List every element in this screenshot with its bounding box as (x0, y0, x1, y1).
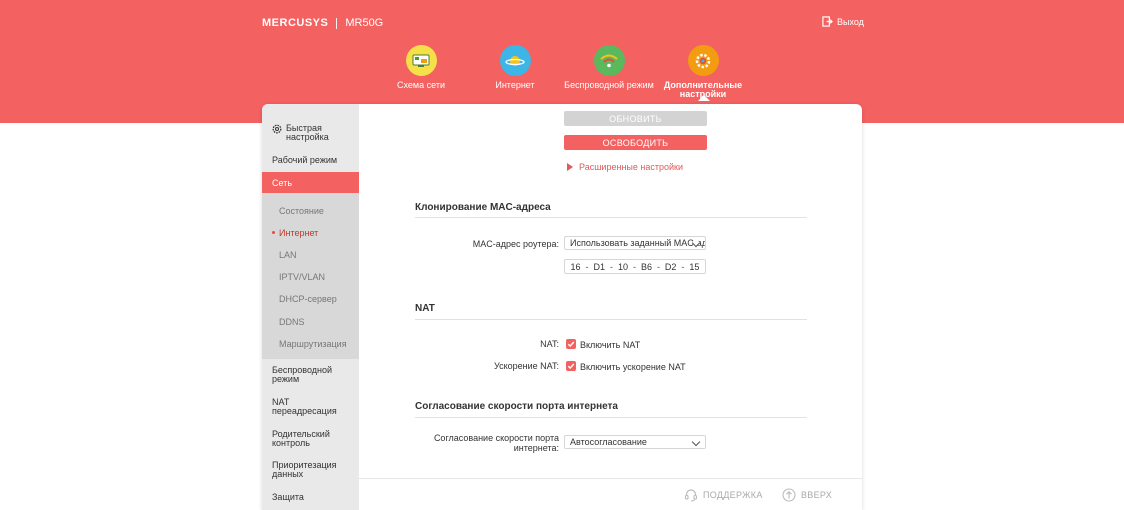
footer-bar: ПОДДЕРЖКА ВВЕРХ (359, 478, 862, 510)
sidebar-item-label: Сеть (272, 177, 293, 188)
release-button[interactable]: ОСВОБОДИТЬ (564, 135, 707, 150)
sidebar-item-wireless[interactable]: Беспроводной режим (262, 366, 337, 384)
nav-wireless[interactable]: Беспроводной режим (564, 45, 654, 90)
port-speed-section-title: Согласование скорости порта интернета (415, 401, 618, 412)
mac-separator: - (632, 261, 636, 272)
mac-clone-section-title: Клонирование MAC-адреса (415, 202, 551, 213)
mac-address-label: MAC-адрес роутера: (472, 239, 559, 249)
brand-name: MERCUSYS (262, 17, 329, 29)
planet-icon (499, 45, 531, 76)
port-speed-label: Согласование скорости порта интернета: (433, 433, 559, 453)
nat-boost-checkbox-label: Включить ускорение NAT (580, 362, 686, 372)
top-navigation: Схема сети Интернет Беспроводной режим Д… (0, 45, 1124, 105)
gear-icon (687, 45, 719, 76)
headset-icon (684, 489, 698, 502)
checkmark-icon (567, 341, 575, 348)
logout-label: Выход (837, 16, 864, 27)
checkmark-icon (567, 363, 575, 370)
mac-octet[interactable]: D2 (665, 262, 677, 272)
mac-separator: - (656, 261, 660, 272)
sidebar-item-operation-mode[interactable]: Рабочий режим (262, 156, 359, 165)
sidebar: Быстрая настройка Рабочий режим Сеть Сос… (262, 104, 359, 510)
nat-boost-label: Ускорение NAT: (493, 361, 559, 371)
logout-button[interactable]: Выход (822, 16, 864, 27)
port-speed-select[interactable]: Автосогласование (564, 435, 706, 449)
network-submenu: Состояние Интернет LAN IPTV/VLAN DHCP-се… (262, 193, 359, 359)
refresh-button[interactable]: ОБНОВИТЬ (564, 111, 707, 126)
nav-label: Беспроводной режим (564, 80, 654, 90)
submenu-item-iptv[interactable]: IPTV/VLAN (279, 272, 325, 282)
nav-label: Интернет (495, 80, 535, 90)
scroll-top-label: ВВЕРХ (801, 490, 833, 500)
mac-address-field[interactable]: 16- D1- 10- B6- D2- 15 (564, 259, 706, 274)
mac-octet[interactable]: B6 (641, 262, 652, 272)
port-speed-select-value: Автосогласование (570, 437, 647, 447)
gear-icon (272, 124, 282, 134)
mac-separator: - (609, 261, 613, 272)
scroll-top-button[interactable]: ВВЕРХ (782, 488, 832, 502)
nat-checkbox-label: Включить NAT (580, 340, 641, 350)
submenu-item-dhcp[interactable]: DHCP-сервер (279, 294, 337, 304)
sidebar-item-parental[interactable]: Родительский контроль (262, 430, 337, 448)
arrow-up-icon (782, 488, 796, 502)
mac-octet[interactable]: 10 (618, 262, 628, 272)
sidebar-item-nat-forwarding[interactable]: NAT переадресация (262, 398, 337, 416)
sidebar-item-label: Защита (272, 492, 304, 502)
sidebar-item-security[interactable]: Защита (262, 493, 359, 502)
section-divider (415, 417, 807, 418)
mac-octet[interactable]: 16 (570, 262, 580, 272)
sidebar-item-label: Рабочий режим (272, 155, 338, 165)
mac-separator: - (681, 261, 685, 272)
submenu-item-ddns[interactable]: DDNS (279, 317, 305, 327)
advanced-settings-label: Расширенные настройки (579, 162, 683, 172)
sidebar-item-label: Приоритезация данных (272, 460, 337, 479)
support-label: ПОДДЕРЖКА (703, 490, 763, 500)
support-button[interactable]: ПОДДЕРЖКА (684, 488, 763, 502)
section-divider (415, 217, 807, 218)
mac-address-select-value: Использовать заданный MAC-адрес (570, 238, 706, 248)
advanced-settings-link[interactable]: Расширенные настройки (567, 162, 683, 172)
sidebar-item-label: NAT переадресация (272, 397, 337, 416)
nav-internet[interactable]: Интернет (470, 45, 560, 90)
submenu-item-lan[interactable]: LAN (279, 250, 297, 260)
nav-label: Дополнительные настройки (663, 80, 743, 99)
sidebar-item-label: Быстрая настройка (286, 123, 329, 142)
logout-icon (822, 16, 833, 27)
nat-section-title: NAT (415, 303, 435, 314)
wifi-icon (593, 45, 625, 76)
section-divider (415, 319, 807, 320)
mac-address-select[interactable]: Использовать заданный MAC-адрес (564, 236, 706, 250)
submenu-item-internet[interactable]: Интернет (271, 228, 318, 238)
sidebar-item-qos[interactable]: Приоритезация данных (262, 461, 342, 479)
logo-divider (336, 17, 338, 29)
content-area: ОБНОВИТЬ ОСВОБОДИТЬ Расширенные настройк… (359, 104, 862, 510)
main-panel: Быстрая настройка Рабочий режим Сеть Сос… (262, 104, 862, 510)
nat-checkbox[interactable] (566, 339, 576, 349)
mac-octet[interactable]: 15 (689, 262, 699, 272)
sidebar-item-label: Беспроводной режим (272, 365, 333, 384)
sidebar-item-label: Родительский контроль (272, 429, 330, 448)
nav-advanced[interactable]: Дополнительные настройки (658, 45, 748, 101)
network-map-icon (405, 45, 437, 76)
submenu-item-status[interactable]: Состояние (279, 206, 324, 216)
sidebar-item-network[interactable]: Сеть (262, 172, 359, 194)
chevron-down-icon (691, 437, 701, 447)
sidebar-item-quick-setup[interactable]: Быстрая настройка (262, 124, 359, 142)
mac-separator: - (585, 261, 589, 272)
nat-boost-checkbox[interactable] (566, 361, 576, 371)
mac-octet[interactable]: D1 (593, 262, 605, 272)
nav-label: Схема сети (397, 80, 445, 90)
brand-logo: MERCUSYS MR50G (262, 17, 383, 29)
nav-network-map[interactable]: Схема сети (376, 45, 466, 90)
submenu-item-routing[interactable]: Маршрутизация (279, 339, 347, 349)
nat-label: NAT: (540, 339, 559, 349)
caret-right-icon (567, 163, 573, 171)
model-name: MR50G (345, 17, 384, 29)
